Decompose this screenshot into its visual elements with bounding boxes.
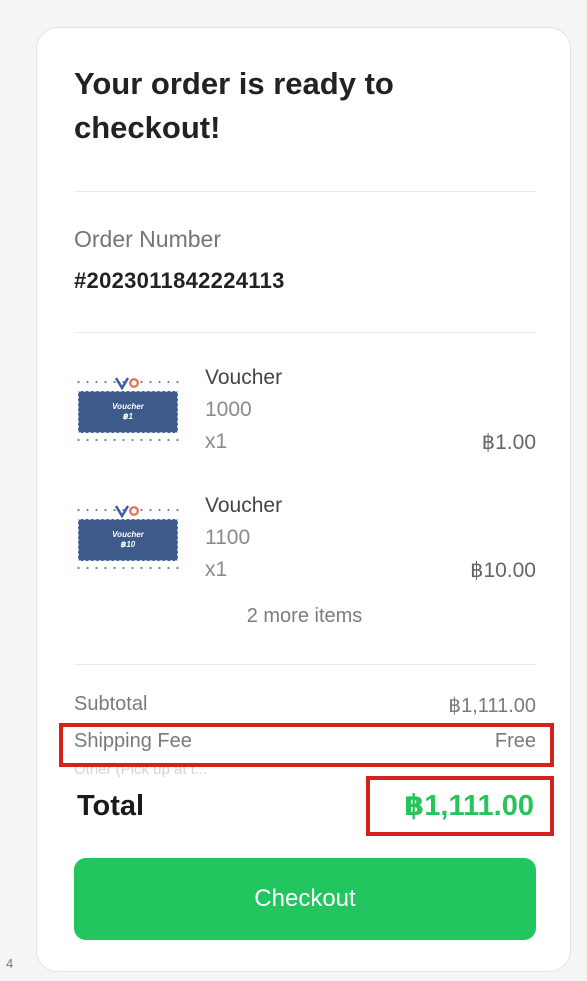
total-label: Total xyxy=(77,790,145,822)
item-name: Voucher xyxy=(205,366,283,389)
more-items-link[interactable]: 2 more items xyxy=(37,605,572,628)
checkout-button[interactable]: Checkout xyxy=(74,858,536,940)
item-quantity: x1 xyxy=(205,430,228,453)
order-number-label: Order Number xyxy=(74,226,221,252)
voucher-thumb-text: Voucher xyxy=(112,402,144,411)
shipping-fee-highlight xyxy=(59,723,554,767)
item-variant: 1100 xyxy=(205,526,251,549)
subtotal-value: ฿1,111.00 xyxy=(448,695,536,717)
subtotal-row: Subtotal ฿1,111.00 xyxy=(74,693,536,723)
voucher-thumb-text: Voucher xyxy=(112,530,144,539)
item-name: Voucher xyxy=(205,494,283,517)
item-variant: 1000 xyxy=(205,398,252,421)
order-number: #2023011842224113 xyxy=(74,268,285,293)
list-item: Voucher ฿10 Voucher 1100 x1 ฿10.00 xyxy=(74,494,536,604)
total-highlight xyxy=(366,776,554,836)
list-item: Voucher ฿1 Voucher 1000 x1 ฿1.00 xyxy=(74,366,536,476)
brand-logo-icon xyxy=(114,505,139,518)
voucher-thumb-value: ฿1 xyxy=(122,412,133,421)
page-marker: 4 xyxy=(6,956,14,971)
item-price: ฿10.00 xyxy=(470,559,536,582)
dotted-border xyxy=(74,566,184,570)
item-quantity: x1 xyxy=(205,558,228,581)
voucher-label-box: Voucher ฿10 xyxy=(78,519,178,561)
divider xyxy=(74,664,536,665)
voucher-thumbnail: Voucher ฿10 xyxy=(74,504,184,578)
voucher-thumb-value: ฿10 xyxy=(120,540,136,549)
divider xyxy=(74,332,536,333)
subtotal-label: Subtotal xyxy=(74,693,148,715)
order-card: Your order is ready to checkout! Order N… xyxy=(36,27,571,972)
dotted-border xyxy=(74,438,184,442)
voucher-label-box: Voucher ฿1 xyxy=(78,391,178,433)
voucher-thumbnail: Voucher ฿1 xyxy=(74,376,184,450)
item-price: ฿1.00 xyxy=(481,431,536,454)
brand-logo-icon xyxy=(114,377,139,390)
divider xyxy=(74,191,536,192)
page-title: Your order is ready to checkout! xyxy=(74,66,394,145)
